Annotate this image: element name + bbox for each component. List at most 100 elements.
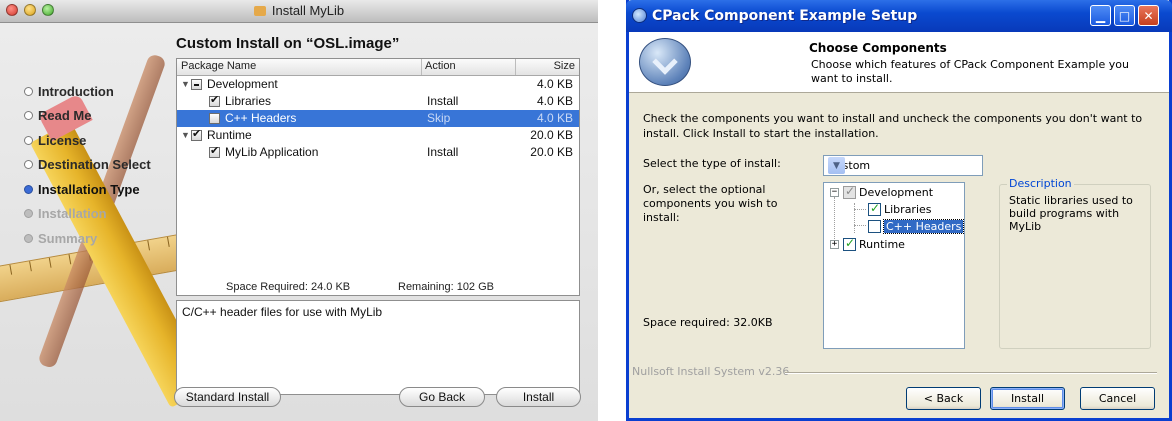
step-label: Introduction (38, 83, 114, 99)
step-read-me: Read Me (24, 104, 151, 129)
install-button[interactable]: Install (496, 387, 581, 407)
package-checkbox[interactable] (209, 144, 220, 158)
package-size: 4.0 KB (536, 111, 573, 125)
step-introduction: Introduction (24, 79, 151, 104)
package-table[interactable]: Package Name Action Size ▼ Development 4.… (176, 58, 580, 296)
mac-body: Introduction Read Me License Destination… (0, 23, 598, 421)
column-header-package-name[interactable]: Package Name (181, 60, 256, 72)
package-checkbox[interactable] (209, 112, 220, 124)
step-installation: Installation (24, 202, 151, 227)
step-label: Read Me (38, 108, 92, 124)
package-action: Install (427, 94, 459, 108)
step-label: Destination Select (38, 157, 151, 173)
table-row[interactable]: Libraries Install 4.0 KB (177, 93, 579, 110)
remaining-space-label: Remaining: 102 GB (398, 281, 494, 293)
mac-installer-window: Install MyLib Introduction Read Me Licen… (0, 0, 598, 421)
standard-install-button[interactable]: Standard Install (174, 387, 281, 407)
package-name: Runtime (207, 128, 252, 142)
package-name: Libraries (225, 94, 272, 108)
component-tree[interactable]: − Development Libraries C++ Headers + Ru… (823, 182, 965, 349)
tree-node-label: C++ Headers (882, 218, 965, 234)
package-size: 4.0 KB (536, 77, 573, 91)
component-checkbox[interactable] (843, 184, 856, 199)
package-size: 4.0 KB (536, 94, 573, 108)
step-summary: Summary (24, 226, 151, 251)
go-back-button[interactable]: Go Back (399, 387, 485, 407)
header-title: Choose Components (809, 41, 947, 55)
step-label: Installation (38, 206, 107, 222)
package-description: C/C++ header files for use with MyLib (176, 300, 580, 395)
table-row[interactable]: ▼ Development 4.0 KB (177, 76, 579, 93)
package-name: C++ Headers (225, 111, 297, 125)
component-checkbox[interactable] (868, 219, 881, 233)
space-required-label: Space Required: 24.0 KB (226, 281, 351, 293)
step-bullet-icon (24, 111, 33, 121)
mac-titlebar[interactable]: Install MyLib (0, 0, 598, 23)
package-name: MyLib Application (225, 145, 319, 159)
branding-divider (785, 372, 1157, 374)
cancel-button[interactable]: Cancel (1080, 387, 1155, 410)
description-text: Static libraries used to build programs … (1009, 194, 1133, 233)
column-header-action[interactable]: Action (425, 60, 456, 72)
step-bullet-icon (24, 233, 33, 243)
table-header: Package Name Action Size (177, 59, 579, 76)
package-size: 20.0 KB (530, 145, 573, 159)
package-name: Development (207, 77, 278, 91)
install-type-select[interactable]: Custom ▼ (823, 155, 983, 176)
optional-components-label: Or, select the optional components you w… (643, 183, 778, 224)
maximize-button[interactable]: □ (1114, 5, 1135, 26)
package-checkbox[interactable] (191, 78, 202, 90)
chevron-down-icon[interactable]: ▼ (828, 157, 845, 174)
install-type-label: Select the type of install: (643, 157, 781, 170)
tree-node-label: Libraries (884, 202, 932, 216)
description-legend: Description (1007, 177, 1074, 190)
disclosure-triangle-icon[interactable]: ▼ (181, 79, 191, 89)
package-action: Skip (427, 111, 451, 125)
wizard-header: Choose Components Choose which features … (629, 32, 1169, 93)
step-label: Summary (38, 230, 98, 246)
app-icon (632, 8, 647, 23)
step-bullet-icon (24, 160, 33, 170)
intro-text: Check the components you want to install… (643, 112, 1143, 140)
back-button[interactable]: < Back (906, 387, 981, 410)
tree-node-label: Runtime (859, 237, 905, 251)
window-title: CPack Component Example Setup (652, 8, 918, 24)
tree-node-development[interactable]: − Development (830, 184, 933, 200)
page-title: Custom Install on “OSL.image” (176, 35, 400, 52)
component-checkbox[interactable] (843, 236, 856, 251)
window-title-text: Install MyLib (271, 3, 345, 18)
step-bullet-icon (24, 86, 33, 96)
component-checkbox[interactable] (868, 201, 881, 216)
step-destination-select: Destination Select (24, 153, 151, 178)
installer-logo-icon (639, 38, 691, 86)
package-checkbox[interactable] (191, 127, 202, 141)
tree-node-runtime[interactable]: + Runtime (830, 236, 905, 252)
win-titlebar[interactable]: CPack Component Example Setup ▁ □ ✕ (626, 0, 1172, 32)
table-row-selected[interactable]: C++ Headers Skip 4.0 KB (177, 110, 579, 127)
package-checkbox[interactable] (209, 93, 220, 107)
windows-installer-window: CPack Component Example Setup ▁ □ ✕ Choo… (626, 0, 1172, 421)
table-row[interactable]: ▼ Runtime 20.0 KB (177, 127, 579, 144)
table-row[interactable]: MyLib Application Install 20.0 KB (177, 144, 579, 161)
expand-icon[interactable]: + (830, 239, 839, 249)
step-label: License (38, 132, 87, 148)
installer-steps: Introduction Read Me License Destination… (24, 79, 151, 251)
tree-node-label: Development (859, 185, 934, 199)
install-button[interactable]: Install (990, 387, 1065, 410)
tree-node-cpp-headers[interactable]: C++ Headers (868, 218, 965, 234)
minimize-button[interactable]: ▁ (1090, 5, 1111, 26)
step-label: Installation Type (38, 181, 140, 197)
package-size: 20.0 KB (530, 128, 573, 142)
package-icon (253, 6, 266, 16)
collapse-icon[interactable]: − (830, 187, 839, 197)
header-subtitle: Choose which features of CPack Component… (811, 58, 1129, 85)
column-header-size[interactable]: Size (554, 60, 575, 72)
step-bullet-icon (24, 184, 33, 194)
step-bullet-icon (24, 135, 33, 145)
disclosure-triangle-icon[interactable]: ▼ (181, 130, 191, 140)
step-bullet-icon (24, 209, 33, 219)
close-button[interactable]: ✕ (1138, 5, 1159, 26)
tree-node-libraries[interactable]: Libraries (868, 201, 932, 217)
step-license: License (24, 128, 151, 153)
branding-text: Nullsoft Install System v2.36 (632, 365, 790, 378)
